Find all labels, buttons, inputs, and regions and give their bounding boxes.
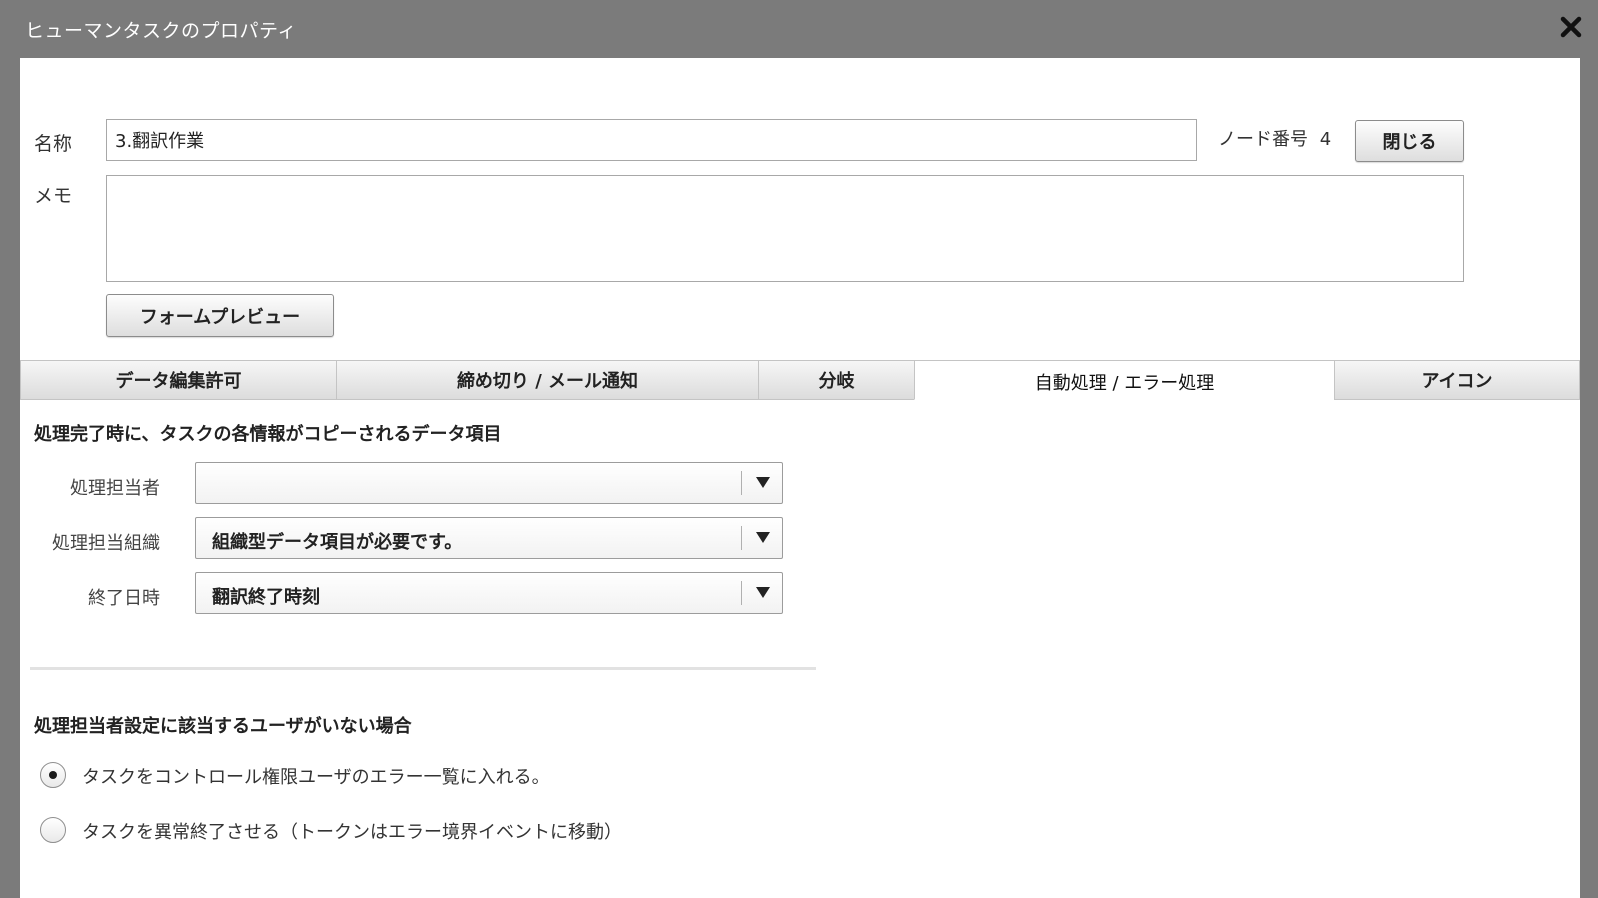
- select-divider: [741, 471, 742, 495]
- chevron-down-icon[interactable]: [756, 477, 770, 488]
- assignee-org-label: 処理担当組織: [52, 533, 160, 554]
- dialog-content: 名称 ノード番号 4 閉じる メモ フォームプレビュー データ編集許可 締め切り…: [20, 58, 1580, 898]
- abort-task-radio-label[interactable]: タスクを異常終了させる（トークンはエラー境界イベントに移動）: [82, 818, 622, 844]
- dialog-titlebar: ヒューマンタスクのプロパティ: [0, 0, 1598, 58]
- dialog-title: ヒューマンタスクのプロパティ: [25, 20, 297, 42]
- error-list-radio[interactable]: [40, 762, 66, 788]
- memo-textarea[interactable]: [106, 175, 1464, 282]
- close-button[interactable]: 閉じる: [1355, 120, 1464, 162]
- assignee-org-select[interactable]: 組織型データ項目が必要です。: [195, 517, 783, 559]
- node-number-caption: ノード番号: [1218, 129, 1308, 150]
- assignee-org-select-value: 組織型データ項目が必要です。: [212, 532, 463, 553]
- property-tabs: データ編集許可 締め切り / メール通知 分岐 自動処理 / エラー処理 アイコ…: [20, 360, 1580, 400]
- select-divider: [741, 581, 742, 605]
- assignee-select[interactable]: [195, 462, 783, 504]
- close-icon[interactable]: [1556, 12, 1586, 42]
- tab-deadline-mail[interactable]: 締め切り / メール通知: [336, 360, 759, 400]
- section-divider: [30, 667, 816, 670]
- chevron-down-icon[interactable]: [756, 532, 770, 543]
- tab-branch[interactable]: 分岐: [758, 360, 915, 400]
- chevron-down-icon[interactable]: [756, 587, 770, 598]
- abort-task-radio[interactable]: [40, 817, 66, 843]
- tab-icon[interactable]: アイコン: [1334, 360, 1580, 400]
- end-datetime-label: 終了日時: [88, 588, 160, 609]
- radio-selected-dot: [49, 771, 57, 779]
- no-user-section-title: 処理担当者設定に該当するユーザがいない場合: [34, 716, 412, 737]
- tab-auto-error-processing[interactable]: 自動処理 / エラー処理: [914, 360, 1335, 400]
- name-label: 名称: [34, 133, 73, 155]
- tab-data-edit-permission[interactable]: データ編集許可: [20, 360, 337, 400]
- error-list-radio-label[interactable]: タスクをコントロール権限ユーザのエラー一覧に入れる。: [82, 763, 550, 789]
- node-number-value: 4: [1319, 129, 1332, 150]
- name-input[interactable]: [106, 119, 1197, 161]
- memo-label: メモ: [34, 185, 73, 207]
- end-datetime-select[interactable]: 翻訳終了時刻: [195, 572, 783, 614]
- copy-data-section-title: 処理完了時に、タスクの各情報がコピーされるデータ項目: [34, 424, 502, 445]
- end-datetime-select-value: 翻訳終了時刻: [212, 587, 320, 608]
- form-preview-button[interactable]: フォームプレビュー: [106, 294, 334, 337]
- properties-dialog: ヒューマンタスクのプロパティ 名称 ノード番号 4 閉じる メモ フォームプレビ…: [0, 0, 1598, 898]
- select-divider: [741, 526, 742, 550]
- node-number-label: ノード番号 4: [1218, 125, 1331, 151]
- assignee-label: 処理担当者: [70, 478, 160, 499]
